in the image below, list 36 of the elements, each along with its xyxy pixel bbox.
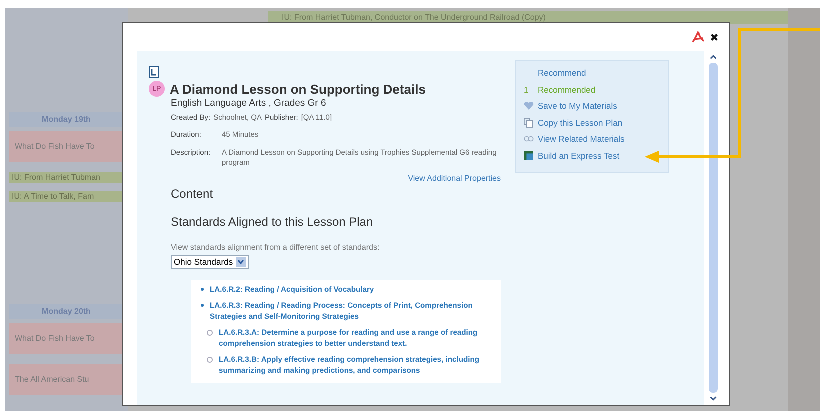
pdf-icon[interactable] <box>692 30 705 44</box>
lesson-title: A Diamond Lesson on Supporting Details <box>170 82 426 96</box>
calendar-entry[interactable]: IU: A Time to Talk, Fam <box>9 191 124 202</box>
bullet-icon <box>207 330 213 336</box>
calendar-entry[interactable]: What Do Fish Have To <box>9 323 124 354</box>
heart-icon <box>524 102 534 110</box>
section-heading: Standards Aligned to this Lesson Plan <box>171 215 374 229</box>
test-icon <box>524 151 533 160</box>
link-icon <box>524 136 534 142</box>
scroll-down-icon[interactable] <box>708 395 718 403</box>
action-link[interactable]: View Related Materials <box>538 134 625 144</box>
bullet-icon <box>201 304 204 307</box>
section-heading: Content <box>171 187 214 201</box>
bullet-icon <box>207 357 213 363</box>
bullet-icon <box>201 288 204 291</box>
recommended-status: Recommended <box>538 84 596 95</box>
close-icon[interactable] <box>710 32 719 42</box>
action-link[interactable]: Save to My Materials <box>538 101 618 112</box>
day-heading: Monday 20th <box>9 304 124 319</box>
scroll-up-icon[interactable] <box>708 53 718 61</box>
scrollbar-thumb[interactable] <box>708 63 718 393</box>
standards-dropdown[interactable]: Ohio Standards <box>171 255 250 269</box>
recommend-count: 1 <box>524 84 530 95</box>
document-icon <box>149 66 159 78</box>
calendar-entry[interactable]: IU: From Harriet Tubman <box>9 172 124 183</box>
day-heading: Monday 19th <box>9 112 124 127</box>
subject-text: English Language Arts , Grades Gr 6 <box>171 98 328 109</box>
calendar-entry[interactable]: The All American Stu <box>9 364 124 395</box>
view-properties-link[interactable]: View Additional Properties <box>408 174 501 183</box>
action-link[interactable]: Build an Express Test <box>538 150 620 161</box>
recommend-link[interactable]: Recommend <box>538 68 586 78</box>
calendar-entry[interactable]: What Do Fish Have To <box>9 131 124 162</box>
action-link[interactable]: Copy this Lesson Plan <box>538 118 623 128</box>
chevron-down-icon <box>236 257 246 267</box>
copy-icon <box>524 118 533 128</box>
standards-prompt: View standards alignment from a different set of standards: <box>171 243 381 252</box>
